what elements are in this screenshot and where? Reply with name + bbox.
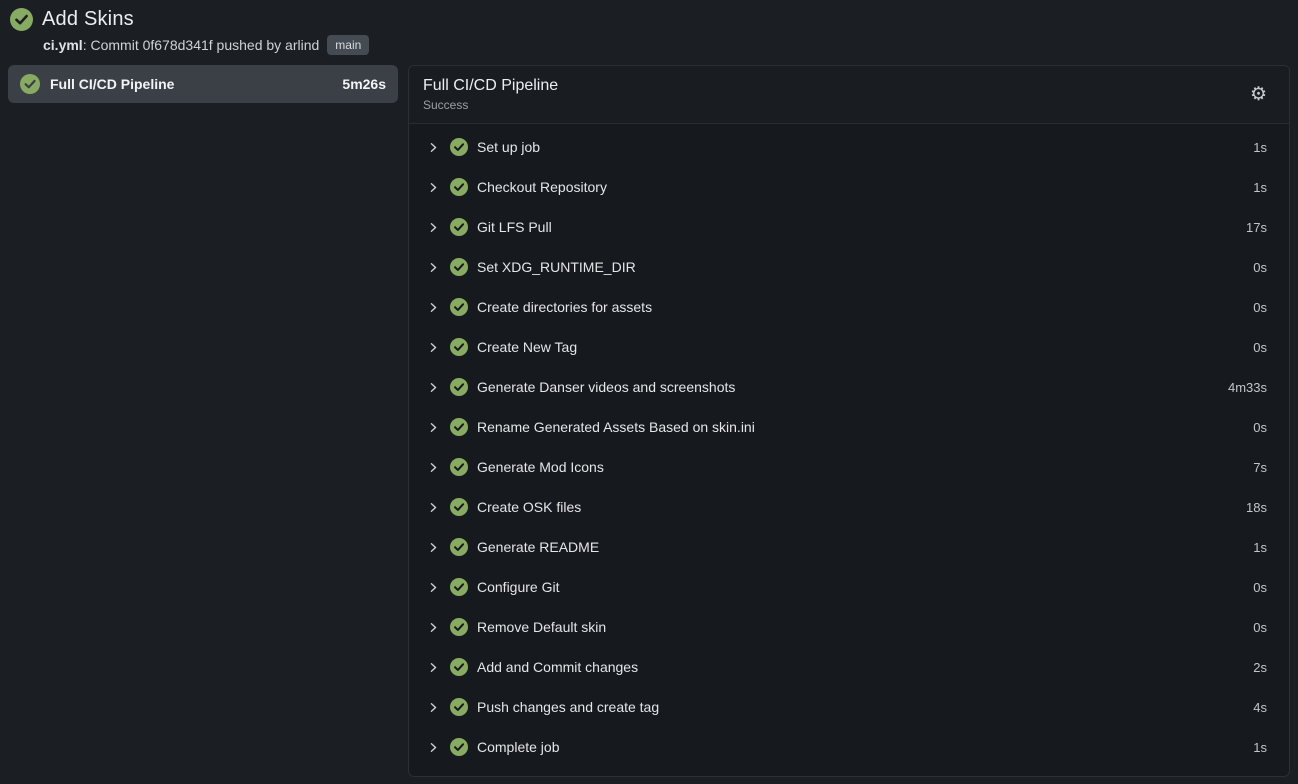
chevron-right-icon[interactable] (427, 221, 439, 233)
step-row[interactable]: Set up job 1s (409, 127, 1289, 167)
step-name: Checkout Repository (477, 179, 1253, 195)
chevron-right-icon[interactable] (427, 381, 439, 393)
run-subtitle: ci.yml: Commit 0f678d341f pushed by arli… (43, 35, 1288, 55)
job-success-icon (20, 74, 40, 94)
step-row[interactable]: Complete job 1s (409, 727, 1289, 767)
step-name: Generate Danser videos and screenshots (477, 379, 1228, 395)
step-row[interactable]: Set XDG_RUNTIME_DIR 0s (409, 247, 1289, 287)
step-success-icon (450, 178, 468, 196)
step-row[interactable]: Checkout Repository 1s (409, 167, 1289, 207)
step-name: Set up job (477, 139, 1253, 155)
job-name: Full CI/CD Pipeline (50, 76, 332, 92)
page-title: Add Skins (42, 8, 134, 31)
step-row[interactable]: Create directories for assets 0s (409, 287, 1289, 327)
step-name: Create New Tag (477, 339, 1253, 355)
step-success-icon (450, 138, 468, 156)
step-name: Complete job (477, 739, 1253, 755)
chevron-right-icon[interactable] (427, 461, 439, 473)
job-detail-title: Full CI/CD Pipeline (423, 77, 1242, 95)
step-row[interactable]: Git LFS Pull 17s (409, 207, 1289, 247)
step-success-icon (450, 218, 468, 236)
step-duration: 2s (1253, 660, 1267, 675)
jobs-sidebar: Full CI/CD Pipeline 5m26s (8, 65, 398, 103)
step-name: Rename Generated Assets Based on skin.in… (477, 419, 1253, 435)
step-duration: 7s (1253, 460, 1267, 475)
step-duration: 0s (1253, 340, 1267, 355)
step-success-icon (450, 578, 468, 596)
step-success-icon (450, 418, 468, 436)
run-success-icon (10, 8, 33, 31)
step-duration: 4m33s (1228, 380, 1267, 395)
step-duration: 17s (1246, 220, 1267, 235)
job-detail-header: Full CI/CD Pipeline Success ⚙ (409, 66, 1289, 124)
step-row[interactable]: Configure Git 0s (409, 567, 1289, 607)
step-list: Set up job 1s Checkout Repository 1s (409, 124, 1289, 776)
step-row[interactable]: Rename Generated Assets Based on skin.in… (409, 407, 1289, 447)
chevron-right-icon[interactable] (427, 661, 439, 673)
step-success-icon (450, 258, 468, 276)
commit-info-text: : Commit 0f678d341f pushed by arlind (83, 37, 320, 53)
step-row[interactable]: Push changes and create tag 4s (409, 687, 1289, 727)
step-duration: 4s (1253, 700, 1267, 715)
step-row[interactable]: Remove Default skin 0s (409, 607, 1289, 647)
step-success-icon (450, 458, 468, 476)
step-success-icon (450, 338, 468, 356)
chevron-right-icon[interactable] (427, 541, 439, 553)
step-name: Generate Mod Icons (477, 459, 1253, 475)
chevron-right-icon[interactable] (427, 261, 439, 273)
step-success-icon (450, 658, 468, 676)
step-name: Generate README (477, 539, 1253, 555)
step-success-icon (450, 498, 468, 516)
step-duration: 0s (1253, 580, 1267, 595)
chevron-right-icon[interactable] (427, 621, 439, 633)
step-duration: 0s (1253, 260, 1267, 275)
sidebar-job-item[interactable]: Full CI/CD Pipeline 5m26s (8, 65, 398, 103)
chevron-right-icon[interactable] (427, 341, 439, 353)
job-duration: 5m26s (342, 76, 386, 92)
step-name: Create directories for assets (477, 299, 1253, 315)
chevron-right-icon[interactable] (427, 501, 439, 513)
step-row[interactable]: Generate Mod Icons 7s (409, 447, 1289, 487)
step-name: Create OSK files (477, 499, 1246, 515)
step-duration: 1s (1253, 180, 1267, 195)
step-name: Git LFS Pull (477, 219, 1246, 235)
step-name: Remove Default skin (477, 619, 1253, 635)
step-name: Set XDG_RUNTIME_DIR (477, 259, 1253, 275)
step-duration: 1s (1253, 740, 1267, 755)
step-row[interactable]: Generate README 1s (409, 527, 1289, 567)
step-name: Configure Git (477, 579, 1253, 595)
step-duration: 0s (1253, 420, 1267, 435)
branch-badge[interactable]: main (327, 35, 369, 55)
step-success-icon (450, 298, 468, 316)
chevron-right-icon[interactable] (427, 741, 439, 753)
gear-icon[interactable]: ⚙ (1242, 81, 1275, 108)
step-row[interactable]: Add and Commit changes 2s (409, 647, 1289, 687)
job-detail-panel: Full CI/CD Pipeline Success ⚙ Set up job… (408, 65, 1290, 777)
chevron-right-icon[interactable] (427, 581, 439, 593)
step-success-icon (450, 618, 468, 636)
commit-info: ci.yml: Commit 0f678d341f pushed by arli… (43, 37, 319, 53)
chevron-right-icon[interactable] (427, 181, 439, 193)
chevron-right-icon[interactable] (427, 141, 439, 153)
step-name: Push changes and create tag (477, 699, 1253, 715)
step-row[interactable]: Create New Tag 0s (409, 327, 1289, 367)
job-status-text: Success (423, 98, 1242, 112)
workflow-file-name: ci.yml (43, 37, 83, 53)
step-success-icon (450, 738, 468, 756)
step-success-icon (450, 378, 468, 396)
step-row[interactable]: Create OSK files 18s (409, 487, 1289, 527)
step-name: Add and Commit changes (477, 659, 1253, 675)
chevron-right-icon[interactable] (427, 301, 439, 313)
run-header: Add Skins ci.yml: Commit 0f678d341f push… (0, 0, 1298, 55)
step-success-icon (450, 698, 468, 716)
chevron-right-icon[interactable] (427, 421, 439, 433)
step-duration: 1s (1253, 540, 1267, 555)
step-duration: 0s (1253, 620, 1267, 635)
step-duration: 0s (1253, 300, 1267, 315)
step-success-icon (450, 538, 468, 556)
step-duration: 18s (1246, 500, 1267, 515)
step-duration: 1s (1253, 140, 1267, 155)
chevron-right-icon[interactable] (427, 701, 439, 713)
step-row[interactable]: Generate Danser videos and screenshots 4… (409, 367, 1289, 407)
